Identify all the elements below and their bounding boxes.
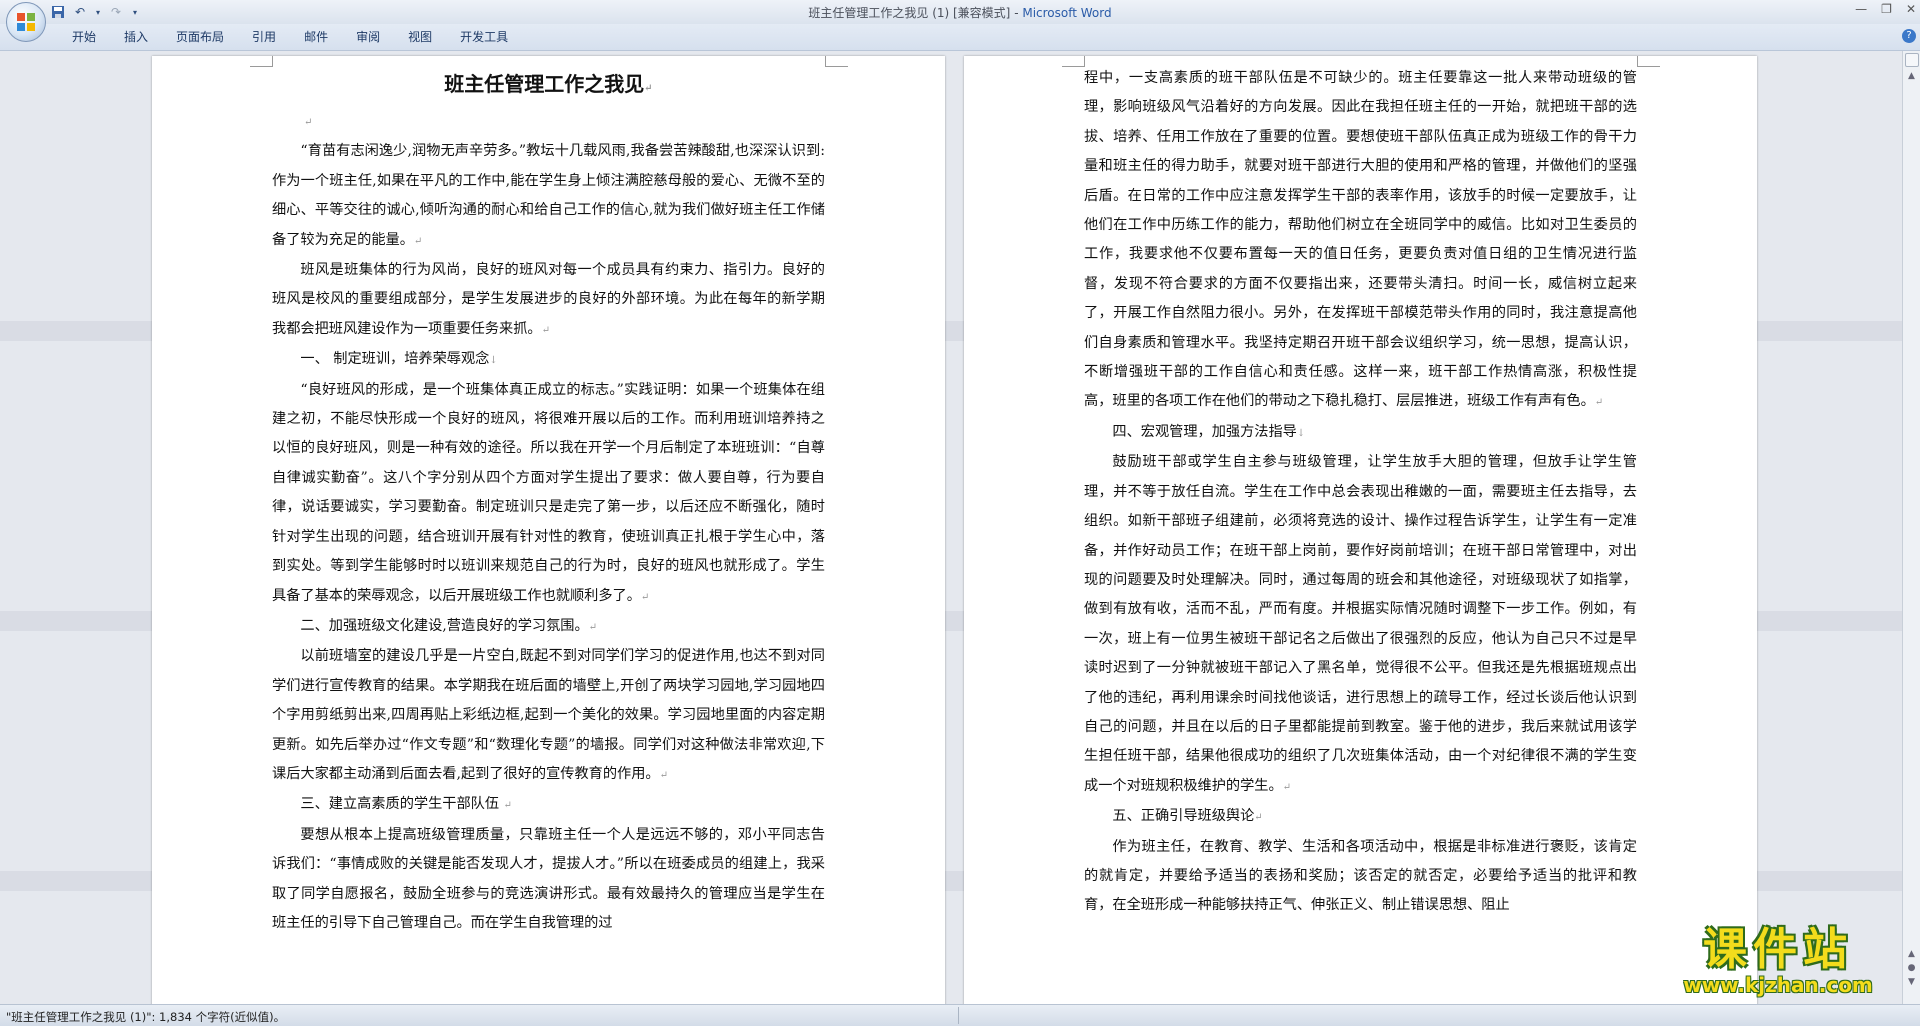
empty-paragraph: ↵ [304, 117, 313, 128]
page-1-text: 班主任管理工作之我见↵ ↵ “育苗有志闲逸少,润物无声辛劳多。”教坛十几载风雨,… [272, 66, 825, 938]
paragraph: 程中，一支高素质的班干部队伍是不可缺少的。班主任要靠这一批人来带动班级的管理，影… [1084, 70, 1637, 410]
previous-page-icon[interactable]: ▲ [1906, 949, 1917, 960]
help-icon[interactable]: ? [1902, 29, 1916, 43]
tab-insert[interactable]: 插入 [110, 29, 162, 45]
word-count-status[interactable]: "班主任管理工作之我见 (1)": 1,834 个字符(近似值)。 [6, 1009, 285, 1025]
crop-mark [825, 56, 848, 67]
tab-view[interactable]: 视图 [394, 29, 446, 45]
paragraph: 班风是班集体的行为风尚，良好的班风对每一个成员具有约束力、指引力。良好的班风是校… [272, 262, 825, 337]
document-title: 班主任管理工作之我见↵ [444, 72, 653, 96]
paragraph: 鼓励班干部或学生自主参与班级管理，让学生放手大胆的管理，但放手让学生管理，并不等… [1084, 454, 1637, 794]
close-icon[interactable]: ✕ [1906, 2, 1916, 16]
browse-object-icon[interactable]: ● [1906, 963, 1917, 974]
document-workspace: 班主任管理工作之我见↵ ↵ “育苗有志闲逸少,润物无声辛劳多。”教坛十几载风雨,… [0, 51, 1920, 1004]
minimize-icon[interactable]: — [1855, 2, 1867, 16]
paragraph: 要想从根本上提高班级管理质量，只靠班主任一个人是远远不够的，邓小平同志告诉我们：… [272, 826, 825, 931]
crop-mark [1637, 56, 1660, 67]
page-2-text: 程中，一支高素质的班干部队伍是不可缺少的。班主任要靠这一批人来带动班级的管理，影… [1084, 64, 1637, 921]
office-button[interactable] [6, 2, 46, 42]
section-heading: 五、正确引导班级舆论↵ [1112, 808, 1263, 825]
tab-home[interactable]: 开始 [58, 29, 110, 45]
paragraph: 作为班主任，在教育、教学、生活和各项活动中，根据是非标准进行褒贬，该肯定的就肯定… [1084, 838, 1637, 914]
title-bar: ↶ ▾ ↷ ▾ 班主任管理工作之我见 (1) [兼容模式] - Microsof… [0, 0, 1920, 42]
window-controls: — ❐ ✕ [1855, 2, 1916, 16]
document-page-2[interactable]: 程中，一支高素质的班干部队伍是不可缺少的。班主任要靠这一批人来带动班级的管理，影… [964, 56, 1757, 1004]
tab-review[interactable]: 审阅 [342, 29, 394, 45]
status-divider [958, 1007, 959, 1024]
maximize-icon[interactable]: ❐ [1881, 2, 1892, 16]
window-title: 班主任管理工作之我见 (1) [兼容模式] - Microsoft Word [808, 6, 1112, 20]
paragraph: “育苗有志闲逸少,润物无声辛劳多。”教坛十几载风雨,我备尝苦辣酸甜,也深深认识到… [272, 143, 825, 248]
ribbon-tabs-bar: 开始 插入 页面布局 引用 邮件 审阅 视图 开发工具 ? [0, 24, 1920, 51]
tab-mailings[interactable]: 邮件 [290, 29, 342, 45]
paragraph: “良好班风的形成，是一个班集体真正成立的标志。”实践证明：如果一个班集体在组建之… [272, 381, 825, 604]
document-name: 班主任管理工作之我见 (1) [兼容模式] [808, 6, 1011, 20]
section-heading: 三、建立高素质的学生干部队伍 ↵ [300, 796, 512, 813]
crop-mark [250, 56, 273, 67]
tab-references[interactable]: 引用 [238, 29, 290, 45]
document-page-1[interactable]: 班主任管理工作之我见↵ ↵ “育苗有志闲逸少,润物无声辛劳多。”教坛十几载风雨,… [152, 56, 945, 1004]
watermark-url: www.kjzhan.com [1683, 973, 1873, 997]
app-name: Microsoft Word [1022, 6, 1112, 20]
ruler-toggle-icon[interactable] [1905, 53, 1919, 67]
vertical-scrollbar[interactable]: ▲ ▲ ● ▼ [1902, 51, 1920, 1004]
section-heading: 一、 制定班训，培养荣辱观念↓ [300, 351, 498, 368]
office-logo-icon [17, 13, 35, 31]
watermark-name: 课件站 [1703, 924, 1853, 975]
ribbon-tabs: 开始 插入 页面布局 引用 邮件 审阅 视图 开发工具 [58, 29, 522, 45]
status-bar: "班主任管理工作之我见 (1)": 1,834 个字符(近似值)。 [0, 1004, 1920, 1026]
section-heading: 四、宏观管理，加强方法指导↓ [1112, 423, 1306, 440]
next-page-icon[interactable]: ▼ [1906, 977, 1917, 988]
paragraph: 以前班墙室的建设几乎是一片空白,既起不到对同学们学习的促进作用,也达不到对同学们… [272, 648, 825, 782]
tab-developer[interactable]: 开发工具 [446, 29, 522, 45]
crop-mark [1062, 56, 1085, 67]
site-watermark: 课件站 www.kjzhan.com [1660, 924, 1896, 998]
scroll-up-icon[interactable]: ▲ [1906, 71, 1917, 82]
tab-page-layout[interactable]: 页面布局 [162, 29, 238, 45]
section-heading: 二、加强班级文化建设,营造良好的学习氛围。↵ [300, 617, 598, 634]
